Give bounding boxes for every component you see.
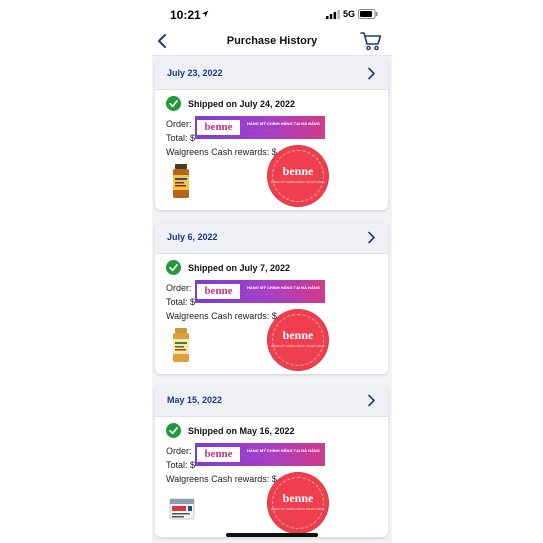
chevron-right-icon[interactable] bbox=[367, 231, 376, 244]
watermark-stamp: benne HÀNG MỸ CHÍNH HÃNG TẠI ĐÀ NẴNG bbox=[268, 310, 328, 370]
banner-tagline: HÀNG MỸ CHÍNH HÃNG TẠI ĐÀ NẴNG bbox=[247, 448, 320, 453]
supplement-bottle-icon[interactable] bbox=[168, 327, 194, 363]
network-type: 5G bbox=[343, 9, 356, 19]
chevron-right-icon[interactable] bbox=[367, 67, 376, 80]
order-number-label: Order: bbox=[166, 446, 192, 456]
checkmark-circle-icon bbox=[166, 96, 181, 111]
shipped-status: Shipped on July 7, 2022 bbox=[188, 263, 291, 273]
stamp-tagline: HÀNG MỸ CHÍNH HÃNG TẠI ĐÀ NẴNG bbox=[271, 344, 325, 348]
stamp-tagline: HÀNG MỸ CHÍNH HÃNG TẠI ĐÀ NẴNG bbox=[271, 180, 325, 184]
watermark-stamp: benne HÀNG MỸ CHÍNH HÃNG TẠI ĐÀ NẴNG bbox=[268, 146, 328, 206]
banner-subline: · · · · · · · · · · · · · · · · bbox=[247, 128, 276, 132]
order-card-header[interactable]: July 6, 2022 bbox=[155, 222, 388, 254]
order-total-label: Total: $ bbox=[166, 133, 196, 143]
banner-logo: benne bbox=[197, 447, 240, 462]
banner-subline: · · · · · · · · · · · · · · · · bbox=[247, 292, 276, 296]
watermark-banner: benne HÀNG MỸ CHÍNH HÃNG TẠI ĐÀ NẴNG · ·… bbox=[195, 116, 325, 139]
cash-rewards-label: Walgreens Cash rewards: $ bbox=[166, 311, 277, 321]
order-number-label: Order: bbox=[166, 283, 192, 293]
stamp-logo: benne bbox=[282, 328, 314, 342]
checkmark-circle-icon bbox=[166, 260, 181, 275]
order-card[interactable]: July 23, 2022 Shipped on July 24, 2022 O… bbox=[155, 58, 388, 210]
location-arrow-icon bbox=[201, 10, 209, 18]
stamp-logo: benne bbox=[282, 164, 314, 178]
battery-icon bbox=[358, 9, 378, 19]
medicine-box-icon[interactable] bbox=[165, 490, 199, 526]
order-card-header[interactable]: July 23, 2022 bbox=[155, 58, 388, 90]
cart-icon[interactable] bbox=[360, 31, 382, 51]
order-card-header[interactable]: May 15, 2022 bbox=[155, 385, 388, 417]
page-title: Purchase History bbox=[226, 35, 318, 47]
order-card[interactable]: May 15, 2022 Shipped on May 16, 2022 Ord… bbox=[155, 385, 388, 537]
order-date: July 23, 2022 bbox=[167, 68, 223, 78]
order-number-label: Order: bbox=[166, 119, 192, 129]
watermark-stamp: benne HÀNG MỸ CHÍNH HÃNG TẠI ĐÀ NẴNG bbox=[268, 473, 328, 533]
cash-rewards-label: Walgreens Cash rewards: $ bbox=[166, 474, 277, 484]
banner-tagline: HÀNG MỸ CHÍNH HÃNG TẠI ĐÀ NẴNG bbox=[247, 121, 320, 126]
stamp-tagline: HÀNG MỸ CHÍNH HÃNG TẠI ĐÀ NẴNG bbox=[271, 507, 325, 511]
shipped-status: Shipped on July 24, 2022 bbox=[188, 99, 296, 109]
status-time: 10:21 bbox=[170, 8, 201, 22]
signal-icon bbox=[326, 10, 340, 19]
supplement-bottle-icon[interactable] bbox=[168, 163, 194, 199]
order-date: July 6, 2022 bbox=[167, 232, 218, 242]
home-indicator[interactable] bbox=[226, 533, 318, 537]
chevron-right-icon[interactable] bbox=[367, 394, 376, 407]
order-date: May 15, 2022 bbox=[167, 395, 223, 405]
order-total-label: Total: $ bbox=[166, 460, 196, 470]
shipped-status: Shipped on May 16, 2022 bbox=[188, 426, 295, 436]
watermark-banner: benne HÀNG MỸ CHÍNH HÃNG TẠI ĐÀ NẴNG · ·… bbox=[195, 280, 325, 303]
cash-rewards-label: Walgreens Cash rewards: $ bbox=[166, 147, 277, 157]
checkmark-circle-icon bbox=[166, 423, 181, 438]
nav-bar: Purchase History bbox=[152, 28, 392, 56]
banner-tagline: HÀNG MỸ CHÍNH HÃNG TẠI ĐÀ NẴNG bbox=[247, 285, 320, 290]
banner-subline: · · · · · · · · · · · · · · · · bbox=[247, 455, 276, 459]
watermark-banner: benne HÀNG MỸ CHÍNH HÃNG TẠI ĐÀ NẴNG · ·… bbox=[195, 443, 325, 466]
stamp-logo: benne bbox=[282, 491, 314, 505]
banner-logo: benne bbox=[197, 284, 240, 299]
banner-logo: benne bbox=[197, 120, 240, 135]
order-card[interactable]: July 6, 2022 Shipped on July 7, 2022 Ord… bbox=[155, 222, 388, 374]
order-total-label: Total: $ bbox=[166, 297, 196, 307]
status-bar: 10:21 5G bbox=[152, 0, 392, 28]
phone-screen: 10:21 5G Purchase History July 23, 2022 … bbox=[152, 0, 392, 543]
